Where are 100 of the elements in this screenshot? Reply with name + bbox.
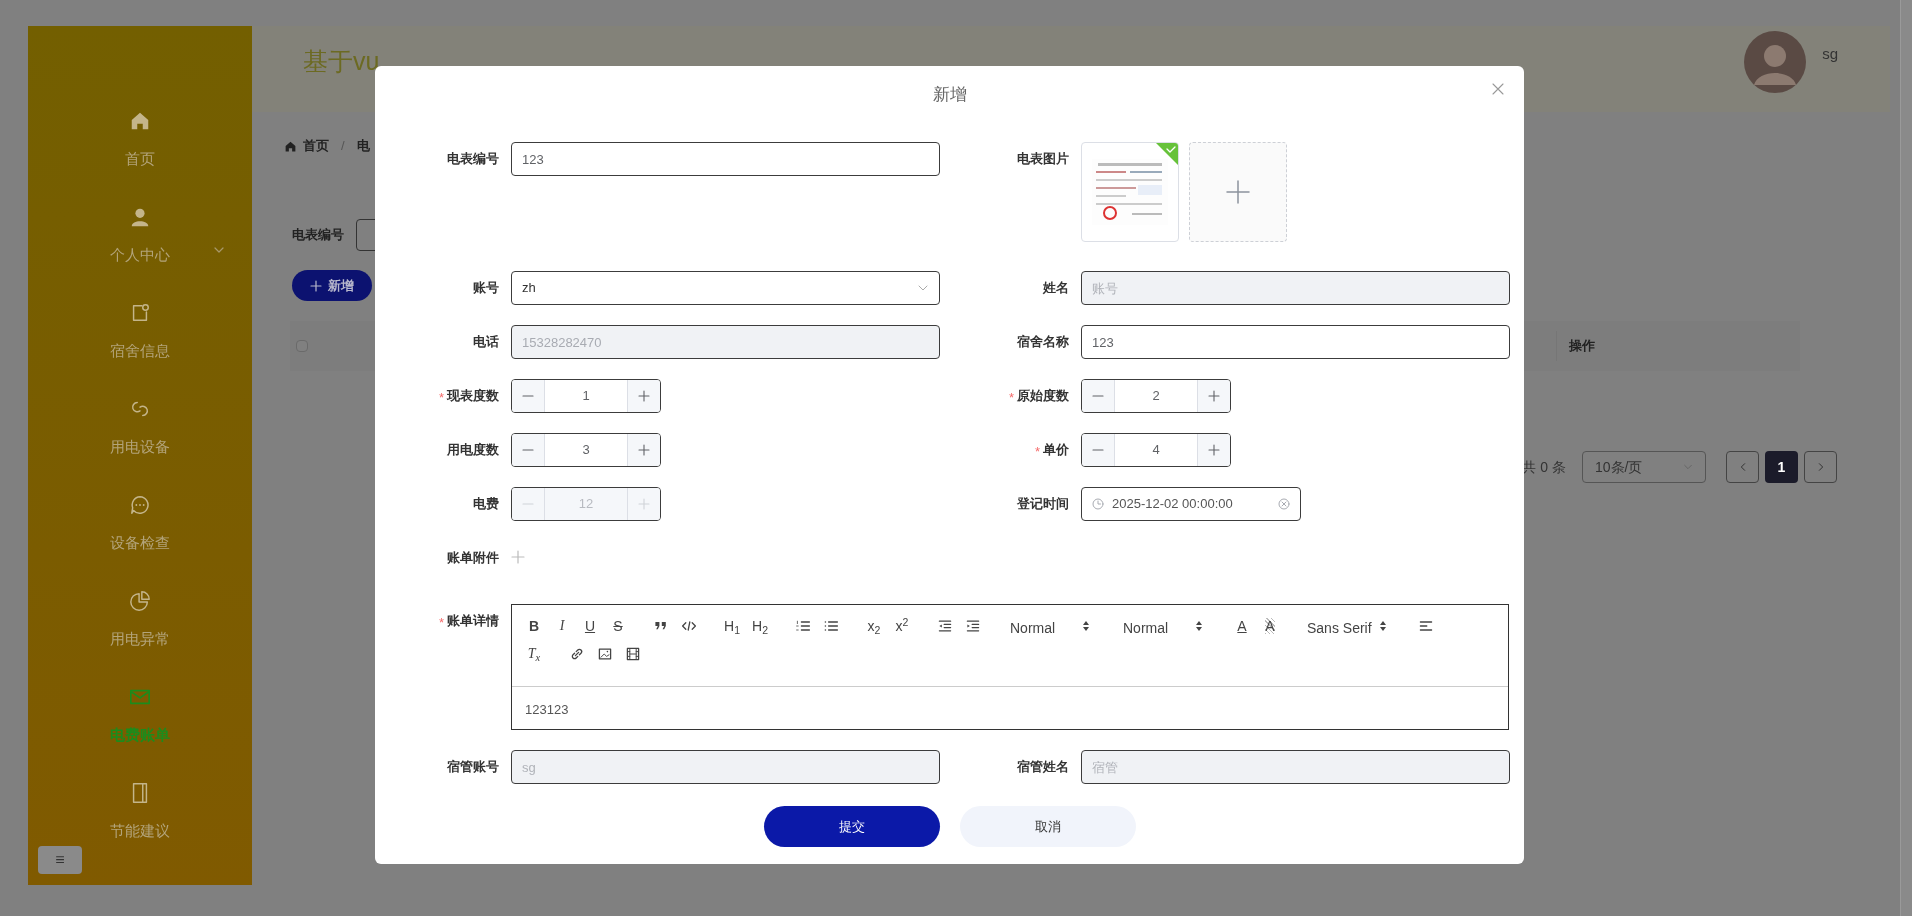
field-label: 账单附件 — [447, 550, 499, 566]
page-size-select[interactable]: 10条/页 — [1582, 451, 1706, 483]
minus-button[interactable] — [512, 380, 545, 412]
updown-icon — [1379, 620, 1387, 632]
format-dropdown[interactable]: Normal — [1002, 614, 1100, 638]
field-label: 现表度数 — [447, 388, 499, 404]
submit-button[interactable]: 提交 — [763, 806, 940, 847]
breadcrumb-link[interactable]: 首页 — [303, 136, 329, 156]
close-icon[interactable] — [1492, 83, 1504, 95]
field-label: 登记时间 — [1017, 496, 1069, 512]
minus-button[interactable] — [1082, 380, 1115, 412]
number-field[interactable]: 3 — [511, 433, 661, 467]
code-icon[interactable] — [681, 618, 697, 634]
updown-icon — [1195, 620, 1203, 632]
plus-button[interactable] — [1197, 434, 1230, 466]
field-label: 用电度数 — [447, 442, 499, 458]
plus-icon — [1226, 180, 1250, 204]
format-button[interactable]: T$_{x}$ — [520, 642, 548, 666]
plus-icon — [638, 390, 650, 402]
home-icon — [129, 110, 151, 132]
prev-page-button[interactable] — [1726, 451, 1759, 483]
link-icon[interactable] — [569, 646, 585, 662]
bullet-list-icon[interactable] — [823, 618, 839, 634]
dialog-title: 新增 — [932, 85, 967, 104]
format-button[interactable]: H$_{1}$ — [718, 614, 746, 638]
plus-icon — [1208, 444, 1220, 456]
number-value: 3 — [582, 441, 590, 460]
plus-icon — [638, 498, 650, 510]
input-field[interactable]: 123 — [511, 142, 940, 176]
required-mark: * — [438, 614, 444, 632]
field-label: 宿管姓名 — [1017, 759, 1069, 775]
number-value: 1 — [582, 387, 590, 406]
upload-button[interactable] — [1189, 142, 1287, 242]
number-field[interactable]: 2 — [1081, 379, 1231, 413]
field-label: 宿管账号 — [447, 759, 499, 775]
plus-button[interactable] — [627, 434, 660, 466]
ordered-list-icon[interactable] — [795, 618, 811, 634]
avatar — [1744, 31, 1807, 93]
user-name: sg — [1822, 43, 1838, 64]
format-button[interactable]: S — [604, 614, 632, 638]
rich-text-editor[interactable]: B I U S H$_{1}$ H$_{2}$ x$_{2}$ x$^{2}$ Normal Normal A A Sans Serif T$_{x}$ 123123 — [511, 604, 1509, 730]
minus-button[interactable] — [512, 434, 545, 466]
align-icon[interactable] — [1418, 618, 1434, 634]
input-field[interactable]: 123 — [1081, 325, 1510, 359]
image-icon[interactable] — [597, 646, 613, 662]
film-icon[interactable] — [625, 646, 641, 662]
select-field[interactable]: zh — [511, 271, 940, 305]
format-button[interactable]: H$_{2}$ — [746, 614, 774, 638]
search-label: 电表编号 — [292, 226, 344, 245]
plus-icon — [310, 279, 322, 292]
format-button[interactable]: x$_{2}$ — [860, 614, 888, 638]
scrollbar[interactable] — [1900, 0, 1912, 916]
field-label: 电话 — [473, 334, 499, 350]
page-button[interactable]: 1 — [1765, 451, 1798, 483]
format-button[interactable]: A — [1256, 614, 1284, 638]
breadcrumb-link[interactable]: 电 — [356, 136, 370, 156]
column-header: 操作 — [1569, 337, 1595, 356]
next-page-button[interactable] — [1804, 451, 1837, 483]
field-label: 电费 — [473, 496, 499, 512]
plus-icon — [1208, 390, 1220, 402]
collapse-button[interactable]: ≡ — [38, 846, 82, 874]
required-mark: * — [1008, 389, 1014, 407]
field-label: 宿舍名称 — [1017, 334, 1069, 350]
format-button[interactable]: U — [576, 614, 604, 638]
field-label: 电表编号 — [447, 151, 499, 167]
number-field[interactable]: 1 — [511, 379, 661, 413]
image-thumbnail[interactable] — [1081, 142, 1179, 242]
plus-icon — [638, 444, 650, 456]
format-button[interactable]: I — [548, 614, 576, 638]
format-button[interactable]: x$^{2}$ — [888, 614, 916, 638]
cancel-button[interactable]: 取消 — [959, 806, 1136, 847]
plus-button[interactable] — [1197, 380, 1230, 412]
number-value: 4 — [1152, 441, 1160, 460]
format-button[interactable]: B — [520, 614, 548, 638]
field-label: 姓名 — [1043, 280, 1069, 296]
outdent-icon[interactable] — [937, 618, 953, 634]
required-mark: * — [1034, 443, 1040, 461]
field-label: 账号 — [473, 280, 499, 296]
plus-button[interactable] — [627, 380, 660, 412]
datetime-field[interactable]: 2025-12-02 00:00:00 — [1081, 487, 1301, 521]
format-button[interactable]: A — [1228, 614, 1256, 638]
required-mark: * — [438, 389, 444, 407]
minus-button[interactable] — [1082, 434, 1115, 466]
number-field[interactable]: 4 — [1081, 433, 1231, 467]
number-value: 2 — [1152, 387, 1160, 406]
format-dropdown[interactable]: Sans Serif — [1299, 614, 1397, 638]
field-label: 原始度数 — [1017, 388, 1069, 404]
editor-text: 123123 — [525, 702, 569, 717]
clear-icon — [1278, 498, 1290, 510]
home-icon — [284, 139, 297, 153]
chat-bubble-icon — [129, 494, 151, 516]
field-label: 电表图片 — [1017, 151, 1069, 167]
format-dropdown[interactable]: Normal — [1115, 614, 1213, 638]
plus-icon[interactable] — [511, 550, 525, 564]
field-label: 单价 — [1043, 442, 1069, 458]
add-button[interactable]: 新增 — [292, 270, 372, 301]
field-label: 账单详情 — [447, 613, 499, 629]
breadcrumb-separator: / — [341, 137, 345, 156]
app-title: 基于vu — [303, 46, 380, 78]
indent-icon[interactable] — [965, 618, 981, 634]
